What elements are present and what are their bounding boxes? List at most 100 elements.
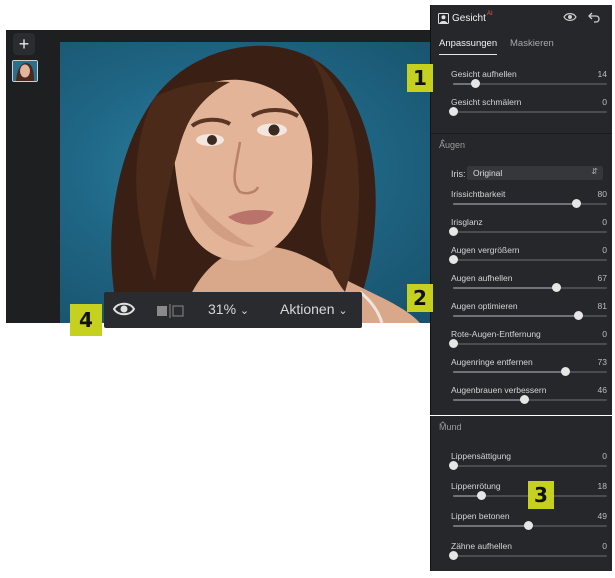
slider-track[interactable] bbox=[449, 255, 607, 264]
slider-value: 0 bbox=[602, 97, 607, 107]
slider-value: 14 bbox=[597, 69, 607, 79]
slider-label: Augenbrauen verbessern bbox=[451, 385, 547, 395]
slider-handle[interactable] bbox=[449, 227, 458, 236]
slider-track[interactable] bbox=[449, 551, 607, 560]
slider-handle[interactable] bbox=[449, 339, 458, 348]
callout-marker-1: 1 bbox=[407, 64, 433, 92]
slider-value: 0 bbox=[602, 451, 607, 461]
slider-value: 0 bbox=[602, 329, 607, 339]
slider-track[interactable] bbox=[453, 521, 607, 530]
slider-handle[interactable] bbox=[449, 107, 458, 116]
slider-track[interactable] bbox=[453, 367, 607, 376]
section-augen-header[interactable]: Augen ⌃ bbox=[431, 133, 612, 156]
zoom-dropdown[interactable]: 31% ⌄ bbox=[208, 301, 249, 317]
slider-value: 49 bbox=[597, 511, 607, 521]
slider-gesicht-schmälern[interactable]: Gesicht schmälern 0 bbox=[449, 97, 611, 121]
slider-label: Lippensättigung bbox=[451, 451, 512, 461]
slider-rote-augen-entfernung[interactable]: Rote-Augen-Entfernung 0 bbox=[449, 329, 611, 353]
slider-track[interactable] bbox=[453, 199, 607, 208]
callout-marker-3: 3 bbox=[528, 481, 554, 509]
slider-track[interactable] bbox=[449, 227, 607, 236]
visibility-eye-icon[interactable] bbox=[563, 11, 577, 25]
slider-handle[interactable] bbox=[449, 551, 458, 560]
actions-dropdown[interactable]: Aktionen ⌄ bbox=[280, 301, 348, 317]
tab-anpassungen[interactable]: Anpassungen bbox=[439, 38, 497, 49]
iris-label: Iris: bbox=[451, 169, 466, 179]
portrait-photo bbox=[60, 42, 446, 323]
slider-augenringe-entfernen[interactable]: Augenringe entfernen 73 bbox=[451, 357, 611, 381]
actions-label: Aktionen bbox=[280, 301, 335, 317]
slider-value: 18 bbox=[597, 481, 607, 491]
slider-track[interactable] bbox=[453, 79, 607, 88]
slider-irissichtbarkeit[interactable]: Irissichtbarkeit 80 bbox=[451, 189, 611, 213]
slider-label: Zähne aufhellen bbox=[451, 541, 512, 551]
slider-augen-aufhellen[interactable]: Augen aufhellen 67 bbox=[451, 273, 611, 297]
slider-irisglanz[interactable]: Irisglanz 0 bbox=[449, 217, 611, 241]
compare-icon[interactable] bbox=[156, 304, 184, 318]
slider-handle[interactable] bbox=[572, 199, 582, 208]
slider-fill bbox=[453, 315, 578, 317]
slider-label: Augen optimieren bbox=[451, 301, 518, 311]
slider-track[interactable] bbox=[453, 283, 607, 292]
section-mund-header[interactable]: Mund ⌃ bbox=[431, 416, 612, 438]
eye-icon[interactable] bbox=[112, 300, 136, 323]
slider-track[interactable] bbox=[453, 311, 607, 320]
slider-value: 73 bbox=[597, 357, 607, 367]
iris-select-value: Original bbox=[473, 168, 503, 178]
slider-augen-vergrößern[interactable]: Augen vergrößern 0 bbox=[449, 245, 611, 269]
slider-handle[interactable] bbox=[573, 311, 583, 320]
zoom-label: 31% bbox=[208, 301, 237, 317]
portrait-icon bbox=[438, 13, 449, 26]
iris-select[interactable]: Original ⇵ bbox=[467, 166, 603, 180]
chevron-up-icon: ⌃ bbox=[439, 138, 447, 148]
slider-track[interactable] bbox=[449, 339, 607, 348]
slider-value: 46 bbox=[597, 385, 607, 395]
slider-value: 0 bbox=[602, 217, 607, 227]
face-adjustments-panel: Gesicht AI Anpassungen Maskieren Augen ⌃… bbox=[430, 5, 612, 415]
slider-handle[interactable] bbox=[449, 255, 458, 264]
active-tab-indicator bbox=[439, 54, 497, 55]
slider-augen-optimieren[interactable]: Augen optimieren 81 bbox=[451, 301, 611, 325]
slider-value: 81 bbox=[597, 301, 607, 311]
slider-label: Augenringe entfernen bbox=[451, 357, 533, 367]
slider-value: 0 bbox=[602, 245, 607, 255]
select-arrows-icon: ⇵ bbox=[591, 167, 598, 176]
slider-lippen-betonen[interactable]: Lippen betonen 49 bbox=[451, 511, 611, 535]
slider-handle[interactable] bbox=[561, 367, 571, 376]
undo-icon[interactable] bbox=[588, 11, 600, 25]
slider-label: Augen vergrößern bbox=[451, 245, 520, 255]
slider-fill bbox=[453, 399, 524, 401]
slider-label: Lippenrötung bbox=[451, 481, 501, 491]
slider-fill bbox=[453, 371, 566, 373]
slider-handle[interactable] bbox=[552, 283, 562, 292]
slider-track[interactable] bbox=[453, 395, 607, 404]
mouth-adjustments-panel: Mund ⌃ Lippensättigung 0 Lippenrötung 18 Lip… bbox=[430, 416, 612, 571]
image-thumbnail[interactable] bbox=[12, 60, 38, 82]
slider-handle[interactable] bbox=[470, 79, 480, 88]
slider-label: Irisglanz bbox=[451, 217, 483, 227]
slider-label: Augen aufhellen bbox=[451, 273, 513, 283]
add-image-button[interactable]: + bbox=[13, 33, 35, 55]
slider-track[interactable] bbox=[449, 461, 607, 470]
slider-handle[interactable] bbox=[476, 491, 486, 500]
slider-fill bbox=[453, 203, 577, 205]
slider-track[interactable] bbox=[449, 107, 607, 116]
slider-gesicht-aufhellen[interactable]: Gesicht aufhellen 14 bbox=[451, 69, 611, 93]
slider-lippensättigung[interactable]: Lippensättigung 0 bbox=[449, 451, 611, 475]
tab-maskieren[interactable]: Maskieren bbox=[510, 38, 554, 49]
chevron-up-icon: ⌃ bbox=[439, 420, 447, 430]
slider-label: Irissichtbarkeit bbox=[451, 189, 506, 199]
slider-label: Rote-Augen-Entfernung bbox=[451, 329, 541, 339]
slider-augenbrauen-verbessern[interactable]: Augenbrauen verbessern 46 bbox=[451, 385, 611, 409]
slider-handle[interactable] bbox=[524, 521, 534, 530]
slider-fill bbox=[453, 287, 557, 289]
chevron-down-icon: ⌄ bbox=[239, 305, 250, 317]
slider-value: 0 bbox=[602, 541, 607, 551]
slider-fill bbox=[453, 525, 529, 527]
slider-zähne-aufhellen[interactable]: Zähne aufhellen 0 bbox=[449, 541, 611, 565]
slider-handle[interactable] bbox=[449, 461, 458, 470]
slider-label: Lippen betonen bbox=[451, 511, 510, 521]
chevron-down-icon: ⌄ bbox=[338, 305, 348, 317]
slider-value: 67 bbox=[597, 273, 607, 283]
slider-handle[interactable] bbox=[519, 395, 529, 404]
